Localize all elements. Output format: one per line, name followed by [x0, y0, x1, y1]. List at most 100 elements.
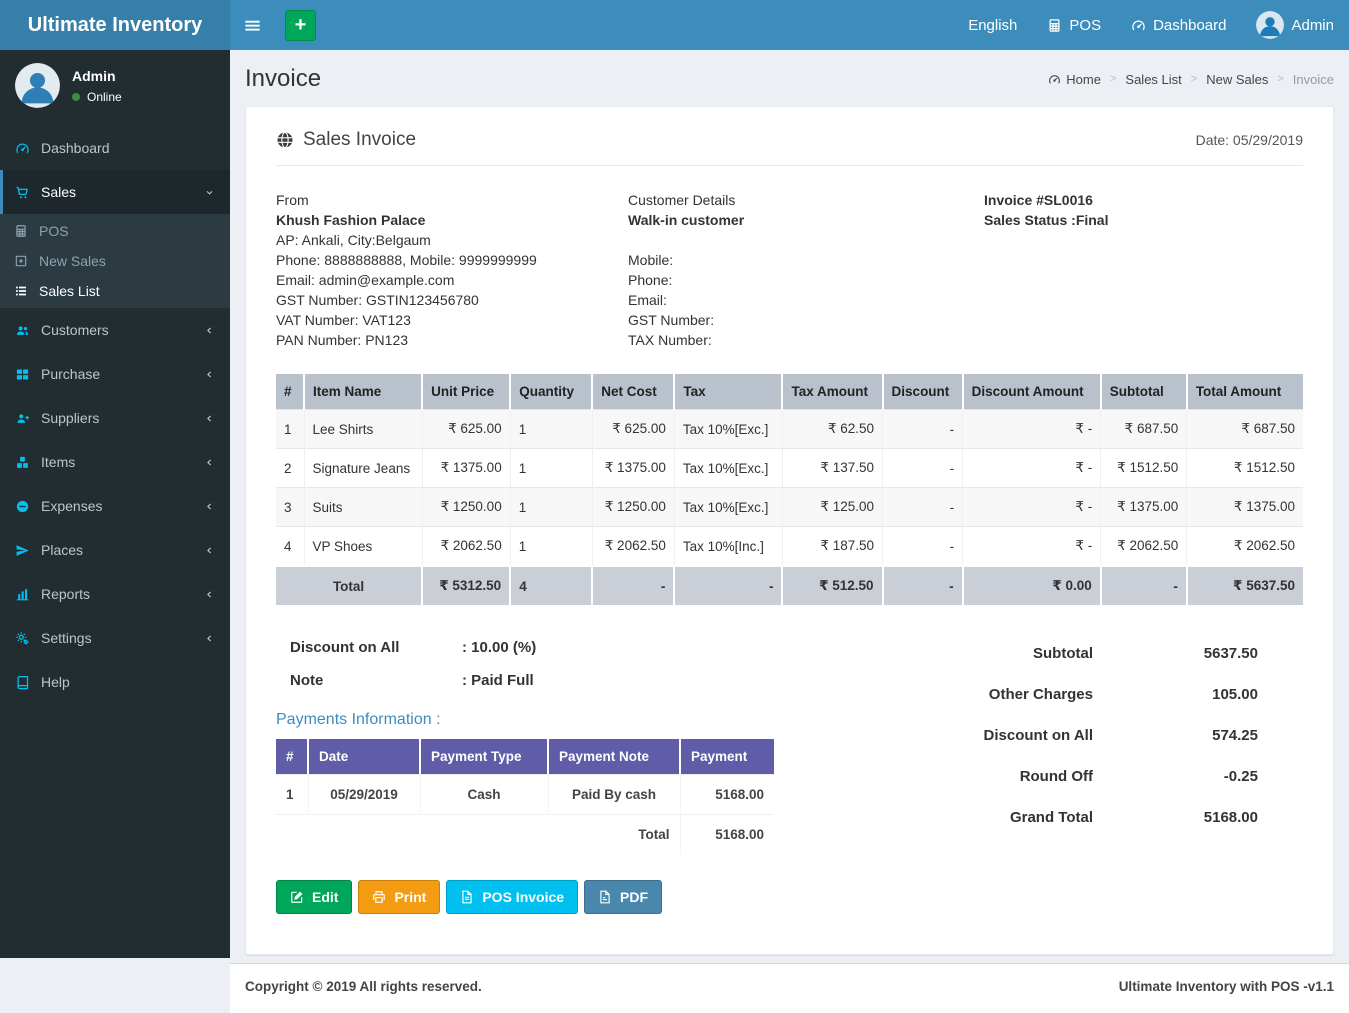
sidebar-item-settings[interactable]: Settings — [0, 616, 230, 660]
cell: ₹ 625.00 — [592, 410, 674, 449]
cell: ₹ 0.00 — [963, 566, 1101, 605]
gauge-icon — [15, 141, 41, 156]
cell: 1 — [510, 527, 592, 567]
invoice-title-row: Sales Invoice Date: 05/29/2019 — [276, 129, 1303, 166]
nav-dashboard[interactable]: Dashboard — [1116, 0, 1241, 50]
quick-add-button[interactable]: + — [285, 10, 316, 41]
file-text-icon — [460, 890, 474, 904]
breadcrumb-sales-list[interactable]: Sales List — [1125, 72, 1181, 87]
user-avatar-icon[interactable] — [15, 63, 60, 108]
cell: - — [674, 566, 782, 605]
cubes-icon — [15, 455, 41, 470]
cell: Tax 10%[Exc.] — [674, 410, 782, 449]
cell: ₹ - — [963, 449, 1101, 488]
navbar-right-menu: English POS Dashboard Admin — [953, 0, 1349, 50]
summary-other-charges: Other Charges 105.00 — [896, 686, 1258, 703]
sidebar-item-reports[interactable]: Reports — [0, 572, 230, 616]
pencil-square-icon — [290, 890, 304, 904]
sidebar-item-sales-list[interactable]: Sales List — [0, 276, 230, 306]
col-header: # — [276, 374, 304, 410]
user-avatar-icon — [1256, 11, 1284, 39]
breadcrumb: Home > Sales List > New Sales > Invoice — [1048, 72, 1334, 87]
sidebar-item-customers[interactable]: Customers — [0, 308, 230, 352]
cell: Tax 10%[Exc.] — [674, 488, 782, 527]
chevron-left-icon — [204, 633, 215, 644]
sidebar-item-expenses[interactable]: Expenses — [0, 484, 230, 528]
gears-icon — [15, 631, 41, 646]
sidebar-item-suppliers[interactable]: Suppliers — [0, 396, 230, 440]
sidebar-item-purchase[interactable]: Purchase — [0, 352, 230, 396]
cell: VP Shoes — [304, 527, 422, 567]
chevron-left-icon — [204, 369, 215, 380]
sidebar-user-status[interactable]: Online — [72, 90, 122, 104]
nav-pos[interactable]: POS — [1032, 0, 1116, 50]
summary-subtotal: Subtotal 5637.50 — [896, 645, 1258, 662]
sales-status: Sales Status :Final — [984, 210, 1303, 230]
sidebar-item-items[interactable]: Items — [0, 440, 230, 484]
breadcrumb-home[interactable]: Home — [1048, 72, 1101, 87]
cell: ₹ 512.50 — [782, 566, 882, 605]
edit-button[interactable]: Edit — [276, 880, 352, 914]
invoice-bottom-left: Discount on All : 10.00 (%) Note : Paid … — [276, 635, 836, 914]
nav-user[interactable]: Admin — [1241, 0, 1349, 50]
col-header: Unit Price — [422, 374, 510, 410]
breadcrumb-separator: > — [1191, 73, 1197, 85]
cell: Signature Jeans — [304, 449, 422, 488]
sidebar-item-places[interactable]: Places — [0, 528, 230, 572]
hamburger-icon — [243, 16, 262, 35]
nav-language[interactable]: English — [953, 0, 1032, 50]
content-header: Invoice Home > Sales List > New Sales > … — [230, 50, 1349, 106]
note-row: Note : Paid Full — [290, 672, 836, 689]
cell: ₹ 1250.00 — [592, 488, 674, 527]
chevron-left-icon — [204, 589, 215, 600]
cell: ₹ 5637.50 — [1187, 566, 1303, 605]
invoice-number: Invoice #SL0016 — [984, 190, 1303, 210]
cell: 4 — [510, 566, 592, 605]
seller-name: Khush Fashion Palace — [276, 210, 628, 230]
sidebar-item-new-sales[interactable]: New Sales — [0, 246, 230, 276]
chevron-left-icon — [204, 325, 215, 336]
cell: Suits — [304, 488, 422, 527]
cell: 2 — [276, 449, 304, 488]
cell: ₹ 62.50 — [782, 410, 882, 449]
col-header: Payment Type — [420, 739, 548, 775]
customer-info: Customer Details Walk-in customer Mobile… — [628, 190, 984, 350]
top-navbar: Ultimate Inventory + English POS — [0, 0, 1349, 50]
cell: ₹ 2062.50 — [592, 527, 674, 567]
plus-square-icon — [14, 254, 39, 268]
sidebar-toggle-button[interactable] — [230, 0, 275, 50]
col-header: Tax Amount — [782, 374, 882, 410]
cell: - — [883, 410, 963, 449]
cell: ₹ 2062.50 — [1101, 527, 1187, 567]
cell-total-label: Total — [276, 815, 680, 855]
pdf-button[interactable]: PDF — [584, 880, 662, 914]
cell: - — [883, 527, 963, 567]
book-icon — [15, 675, 41, 690]
cell: - — [883, 488, 963, 527]
sidebar-item-dashboard[interactable]: Dashboard — [0, 126, 230, 170]
app-brand[interactable]: Ultimate Inventory — [0, 0, 230, 50]
cell: ₹ 1512.50 — [1101, 449, 1187, 488]
pos-invoice-button[interactable]: POS Invoice — [446, 880, 578, 914]
sidebar: Admin Online Dashboard Sales POS New Sal… — [0, 50, 230, 958]
sidebar-item-pos[interactable]: POS — [0, 216, 230, 246]
cell: Tax 10%[Inc.] — [674, 527, 782, 567]
sales-submenu: POS New Sales Sales List — [0, 214, 230, 308]
cell: ₹ 1375.00 — [1101, 488, 1187, 527]
cell: ₹ 2062.50 — [422, 527, 510, 567]
sidebar-item-sales[interactable]: Sales — [0, 170, 230, 214]
invoice-title: Sales Invoice — [276, 129, 416, 151]
chevron-left-icon — [204, 457, 215, 468]
payment-row: 1 05/29/2019 Cash Paid By cash 5168.00 — [276, 775, 774, 815]
dashboard-gauge-icon — [1131, 18, 1146, 33]
action-buttons: Edit Print POS Invoice — [276, 880, 836, 914]
cell: ₹ 687.50 — [1187, 410, 1303, 449]
breadcrumb-new-sales[interactable]: New Sales — [1206, 72, 1268, 87]
footer-version: Ultimate Inventory with POS -v1.1 — [1119, 979, 1334, 998]
chevron-down-icon — [204, 187, 215, 198]
print-button[interactable]: Print — [358, 880, 440, 914]
cell: ₹ - — [963, 488, 1101, 527]
sidebar-user-panel: Admin Online — [0, 50, 230, 120]
sidebar-item-help[interactable]: Help — [0, 660, 230, 704]
col-header: Item Name — [304, 374, 422, 410]
